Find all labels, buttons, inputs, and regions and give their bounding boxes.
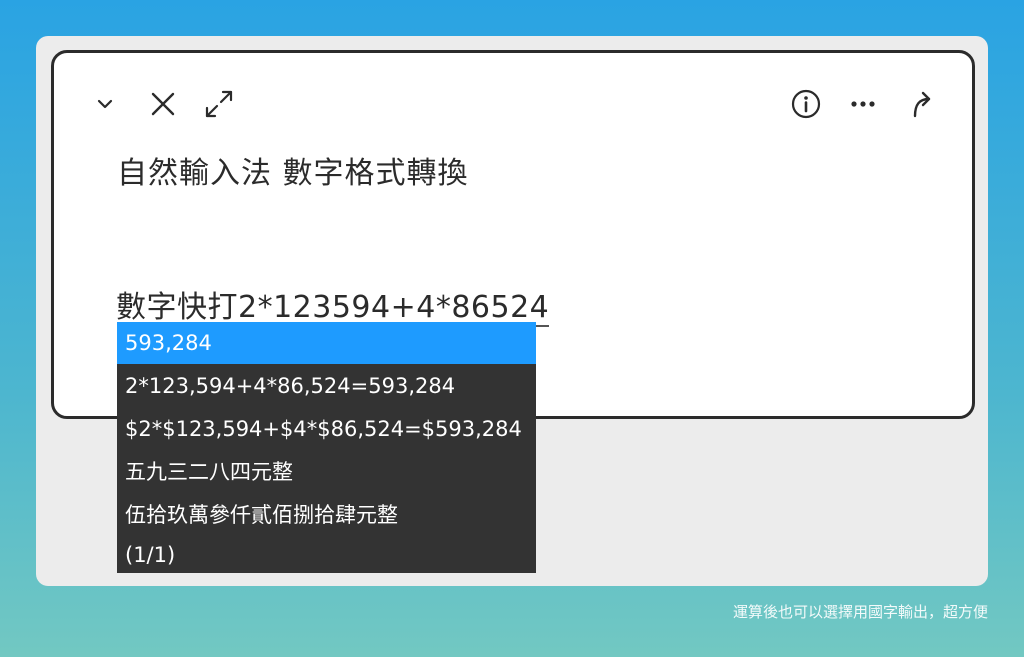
close-icon [151, 92, 175, 116]
info-icon [791, 89, 821, 119]
share-button[interactable] [904, 87, 938, 121]
document-title: 自然輸入法 數字格式轉換 [117, 156, 469, 191]
candidate-page-indicator: (1/1) [125, 543, 176, 567]
more-button[interactable] [846, 87, 880, 121]
candidate-item-3[interactable]: $2*$123,594+$4*$86,524=$593,284 [117, 408, 536, 450]
close-button[interactable] [146, 87, 180, 121]
chevron-down-icon [97, 99, 113, 109]
candidate-item-1[interactable]: 593,284 [117, 322, 536, 364]
info-button[interactable] [789, 87, 823, 121]
candidate-window: 593,284 2*123,594+4*86,524=593,284 $2*$1… [117, 322, 536, 573]
collapse-button[interactable] [88, 87, 122, 121]
candidate-item-4[interactable]: 五九三二八四元整 [117, 451, 536, 493]
caption-text: 運算後也可以選擇用國字輸出，超方便 [732, 603, 988, 621]
more-icon [851, 101, 875, 107]
share-icon [913, 91, 931, 118]
candidate-item-5[interactable]: 伍拾玖萬參仟貳佰捌拾肆元整 [117, 494, 536, 536]
candidate-item-2[interactable]: 2*123,594+4*86,524=593,284 [117, 365, 536, 407]
text-input-line[interactable]: 數字快打2*123594+4*86524 [116, 282, 550, 327]
expand-icon [205, 90, 233, 118]
input-prefix-text: 數字快打 [116, 290, 238, 325]
expand-button[interactable] [202, 87, 236, 121]
